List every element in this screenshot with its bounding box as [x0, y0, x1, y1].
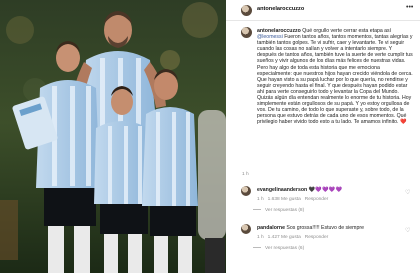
caption-body: Fueron tantos años, tantos momentos, tan… — [257, 34, 413, 126]
post-header: antonelaroccuzzo ••• — [226, 0, 420, 21]
comment-likes[interactable]: 1.638 Me gusta — [268, 197, 301, 202]
caption-avatar[interactable] — [241, 27, 252, 38]
comment-body: pandalorne Sos grossa!!!!! Estuvo de sie… — [257, 225, 397, 231]
comment-time: 1 h — [257, 197, 264, 202]
comment-username[interactable]: evangelinaanderson — [257, 187, 307, 193]
comment-meta: 1 h 1.427 Me gusta Responder — [257, 235, 328, 240]
comment-likes[interactable]: 1.427 Me gusta — [268, 235, 301, 240]
comment-username[interactable]: pandalorne — [257, 225, 285, 231]
more-horizontal-icon[interactable]: ••• — [406, 4, 413, 11]
comment-reply-button[interactable]: Responder — [305, 197, 328, 202]
post-photo-illustration — [0, 0, 226, 273]
view-replies-button[interactable]: Ver respuestas (8) — [265, 208, 304, 213]
comment-avatar[interactable] — [241, 186, 251, 196]
header-username[interactable]: antonelaroccuzzo — [257, 6, 304, 12]
post-side-panel: antonelaroccuzzo ••• antonelaroccuzzo Qu… — [226, 0, 420, 273]
heart-emoji: ❤️ — [399, 119, 407, 126]
view-replies-button[interactable]: Ver respuestas (6) — [265, 246, 304, 251]
comment-reply-button[interactable]: Responder — [305, 235, 328, 240]
caption-intro: Qué orgullo verte cerrar esta etapa así — [302, 28, 392, 34]
caption-text: antonelaroccuzzo Qué orgullo verte cerra… — [257, 28, 413, 126]
comment-time: 1 h — [257, 235, 264, 240]
comment-avatar[interactable] — [241, 224, 251, 234]
comment-body: evangelinaanderson 🖤💜💜💜💜 — [257, 187, 397, 193]
comment-text: Sos grossa!!!!! Estuvo de siempre — [286, 225, 364, 231]
caption-username[interactable]: antonelaroccuzzo — [257, 28, 301, 34]
caption-mention[interactable]: @leomessi — [257, 34, 283, 40]
avatar[interactable] — [241, 5, 252, 16]
comment-meta: 1 h 1.638 Me gusta Responder — [257, 197, 328, 202]
heart-icon[interactable]: ♡ — [405, 189, 410, 196]
comment-text: 🖤💜💜💜💜 — [308, 187, 343, 193]
heart-icon[interactable]: ♡ — [405, 227, 410, 234]
post-photo[interactable] — [0, 0, 226, 273]
caption-time: 1 h — [242, 172, 249, 177]
